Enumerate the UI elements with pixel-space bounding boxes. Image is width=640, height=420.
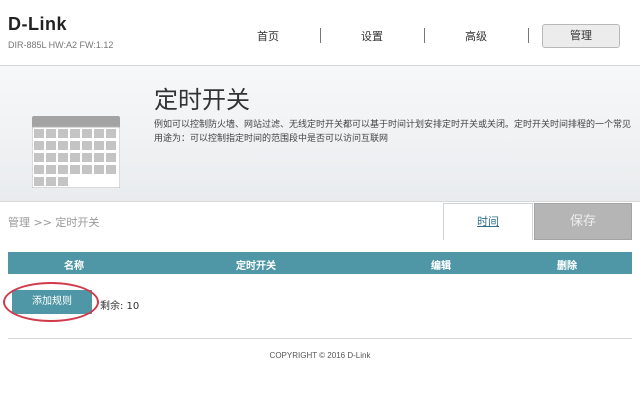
breadcrumb: 管理 >> 定时开关 xyxy=(8,216,100,229)
nav-separator xyxy=(424,28,425,43)
copyright: COPYRIGHT © 2016 D-Link xyxy=(269,351,371,360)
model-info: DIR-885L HW:A2 FW:1.12 xyxy=(8,40,114,50)
nav-advanced[interactable]: 高级 xyxy=(446,28,506,44)
toolbar: 管理 >> 定时开关 时间 保存 xyxy=(0,203,640,241)
column-schedule: 定时开关 xyxy=(236,261,276,272)
calendar-icon xyxy=(32,116,120,188)
remaining-count: 剩余: 10 xyxy=(100,301,140,312)
nav-home[interactable]: 首页 xyxy=(238,28,298,44)
rules-table-header: 名称 定时开关 编辑 删除 xyxy=(8,252,632,274)
page-title: 定时开关 xyxy=(154,86,250,114)
column-edit: 编辑 xyxy=(431,261,451,272)
nav-management[interactable]: 管理 xyxy=(542,24,620,48)
time-link[interactable]: 时间 xyxy=(443,203,533,240)
column-name: 名称 xyxy=(64,261,84,272)
page-description: 例如可以控制防火墙、网站过滤、无线定时开关都可以基于时间计划安排定时开关或关闭。… xyxy=(154,120,632,144)
footer-divider xyxy=(8,338,632,339)
page-banner: 定时开关 例如可以控制防火墙、网站过滤、无线定时开关都可以基于时间计划安排定时开… xyxy=(0,66,640,202)
nav-separator xyxy=(320,28,321,43)
column-delete: 删除 xyxy=(557,261,577,272)
save-button[interactable]: 保存 xyxy=(534,203,632,240)
nav-separator xyxy=(528,28,529,43)
top-header: D-Link DIR-885L HW:A2 FW:1.12 首页 设置 高级 管… xyxy=(0,0,640,66)
dlink-logo[interactable]: D-Link xyxy=(8,14,67,35)
nav-settings[interactable]: 设置 xyxy=(342,28,402,44)
highlight-circle xyxy=(3,282,99,322)
